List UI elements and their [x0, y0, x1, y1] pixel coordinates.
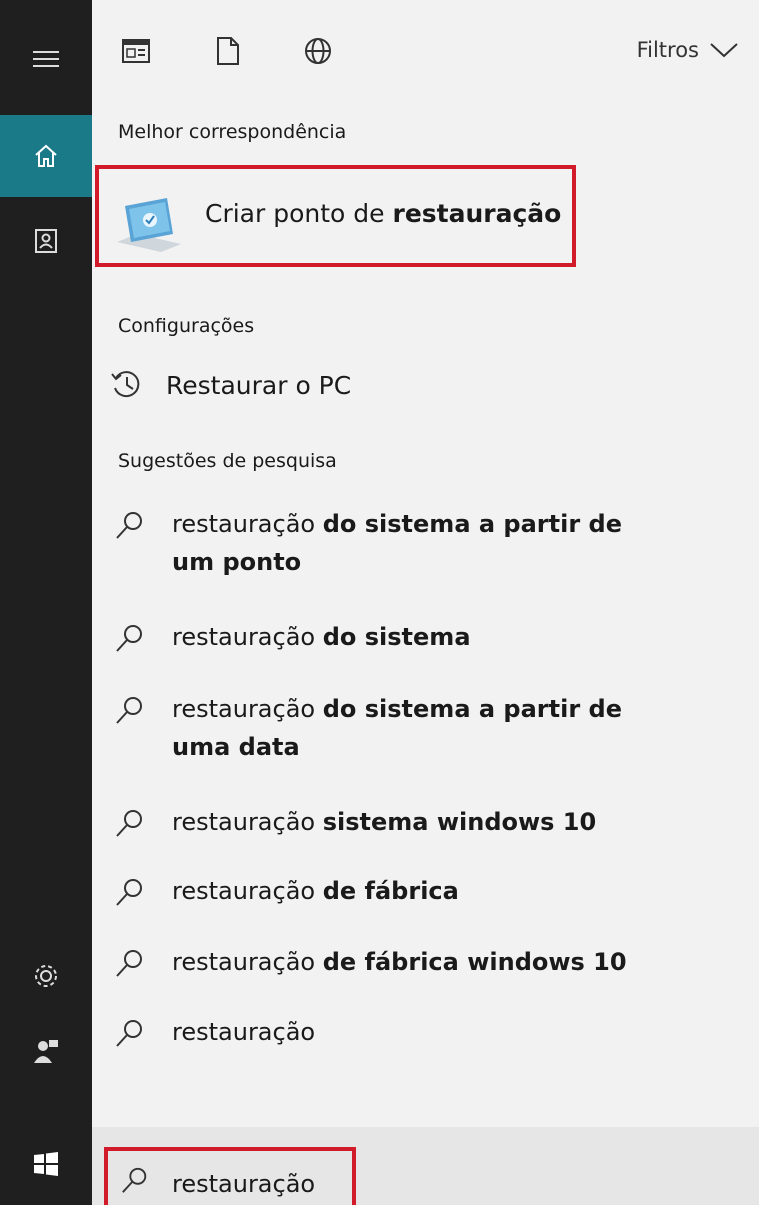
search-icon [116, 625, 142, 652]
search-icon [116, 512, 142, 539]
settings-icon[interactable] [0, 935, 92, 1017]
suggestion-item[interactable]: restauração sistema windows 10 [114, 803, 652, 841]
search-icon [116, 1020, 142, 1047]
search-icon [116, 950, 142, 977]
best-match-heading: Melhor correspondência [118, 121, 347, 143]
windows-start-icon[interactable] [0, 1123, 92, 1205]
left-rail [0, 0, 92, 1205]
web-icon[interactable] [302, 35, 334, 67]
suggestion-label: restauração do sistema a partir de uma d… [172, 695, 622, 761]
search-icon [116, 879, 142, 906]
hamburger-menu-icon[interactable] [0, 18, 92, 100]
suggestion-item[interactable]: restauração do sistema a partir de um po… [114, 505, 652, 581]
search-icon [122, 1167, 147, 1193]
document-icon[interactable] [212, 35, 244, 67]
home-icon[interactable] [0, 115, 92, 197]
suggestion-label: restauração do sistema a partir de um po… [172, 510, 622, 576]
notebook-icon[interactable] [0, 200, 92, 282]
filters-label: Filtros [636, 38, 699, 62]
suggestion-label: restauração de fábrica windows 10 [172, 948, 627, 976]
taskbar-search-bar: restauração [92, 1127, 759, 1205]
suggestion-item[interactable]: restauração do sistema a partir de uma d… [114, 690, 652, 766]
settings-heading: Configurações [118, 315, 255, 337]
search-input-value: restauração [172, 1170, 316, 1198]
chevron-down-icon [710, 43, 738, 58]
suggestion-label: restauração do sistema [172, 623, 471, 651]
restore-pc-label: Restaurar o PC [166, 370, 352, 400]
suggestions-heading: Sugestões de pesquisa [118, 450, 337, 472]
suggestion-label: restauração de fábrica [172, 877, 459, 905]
suggestion-item[interactable]: restauração de fábrica windows 10 [114, 943, 652, 981]
feedback-icon[interactable] [0, 1010, 92, 1092]
search-input[interactable]: restauração [104, 1147, 356, 1205]
suggestion-item[interactable]: restauração de fábrica [114, 872, 652, 910]
apps-icon[interactable] [120, 35, 152, 67]
search-icon [116, 810, 142, 837]
best-match-label: Criar ponto de restauração [205, 199, 562, 228]
search-results-panel: Filtros Melhor correspondência Criar pon… [92, 0, 759, 1127]
restore-pc-item[interactable]: Restaurar o PC [110, 368, 351, 402]
suggestion-item[interactable]: restauração do sistema [114, 618, 652, 656]
best-match-item[interactable]: Criar ponto de restauração [95, 165, 576, 267]
history-icon [111, 371, 140, 398]
search-icon [116, 697, 142, 724]
suggestion-label: restauração sistema windows 10 [172, 808, 597, 836]
filters-button[interactable]: Filtros [637, 38, 739, 62]
system-restore-icon [115, 194, 185, 256]
suggestion-item[interactable]: restauração [114, 1013, 652, 1051]
suggestion-label: restauração [172, 1018, 316, 1046]
